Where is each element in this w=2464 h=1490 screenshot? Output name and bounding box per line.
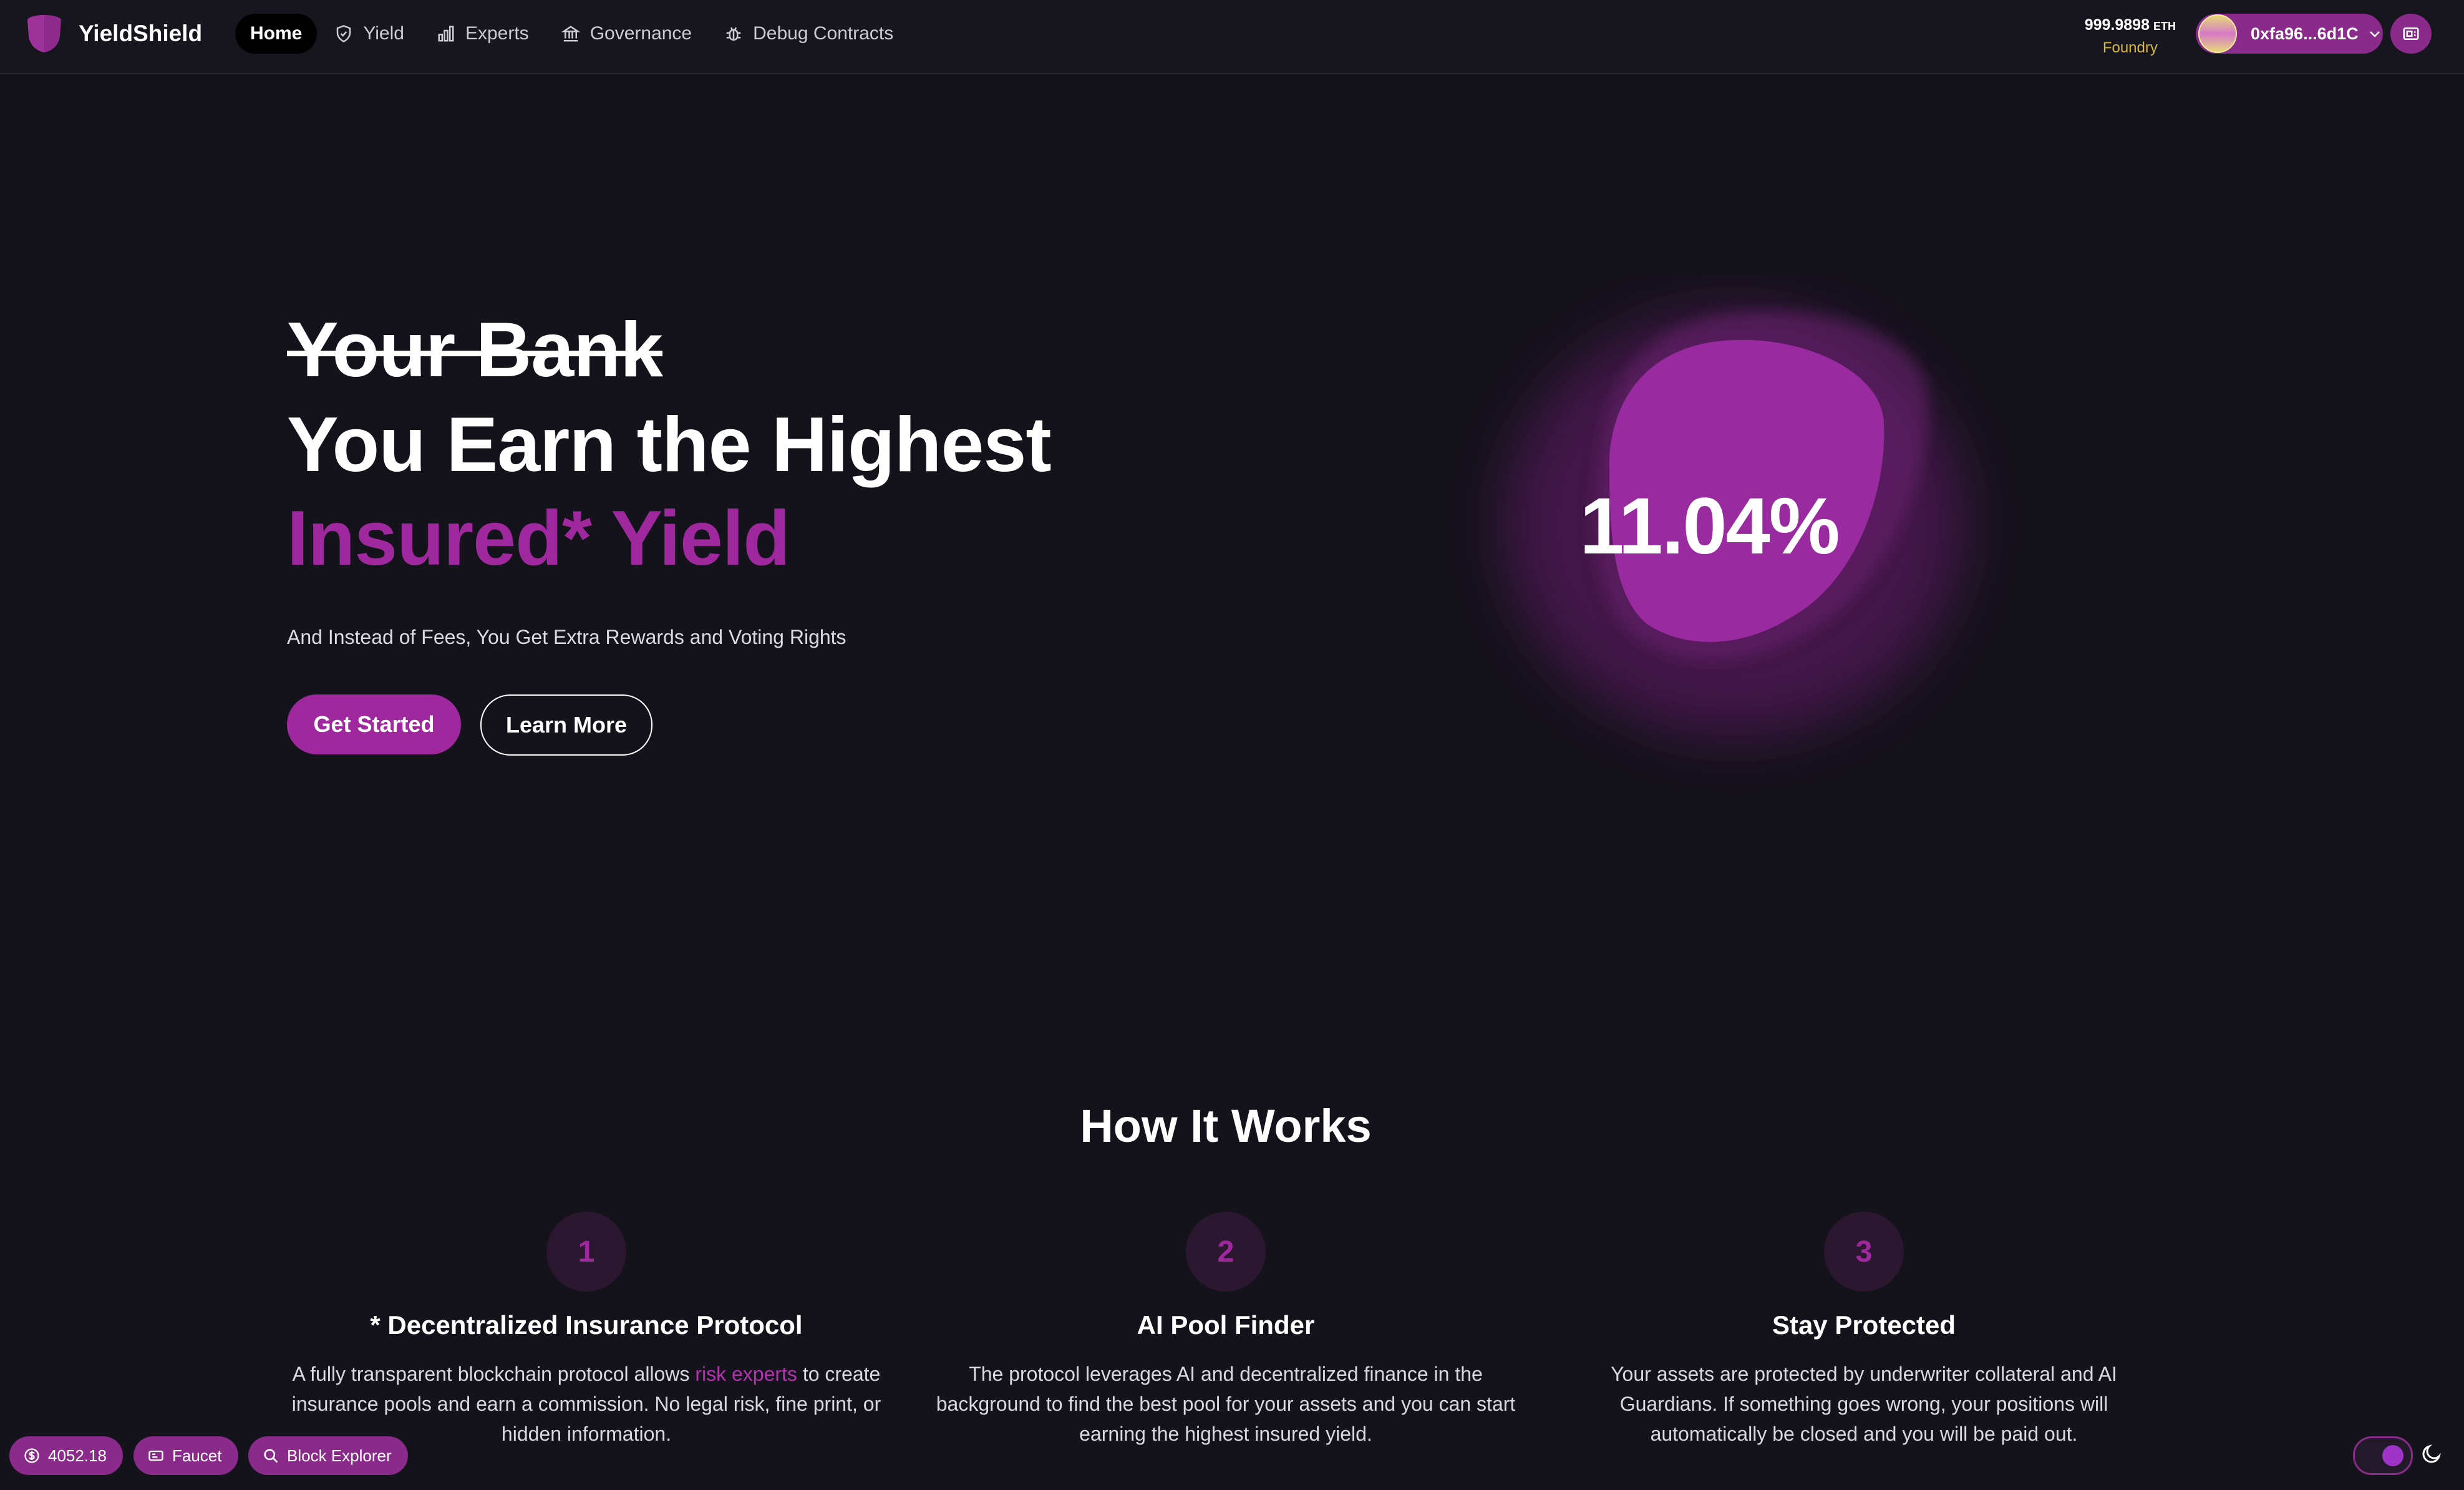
bar-chart-icon [438, 26, 454, 42]
avatar [2198, 14, 2237, 53]
brand[interactable]: YieldShield [26, 14, 202, 54]
step-number-badge: 1 [546, 1212, 626, 1292]
faucet-button[interactable]: Faucet [133, 1436, 238, 1475]
theme-toggle-knob [2382, 1445, 2403, 1466]
block-explorer-label: Block Explorer [287, 1446, 392, 1465]
step-title: Stay Protected [1772, 1310, 1956, 1340]
top-navbar: YieldShield Home Yield Experts Governanc… [0, 0, 2464, 74]
step-2: 2 AI Pool Finder The protocol leverages … [914, 1212, 1538, 1449]
step-1: 1 * Decentralized Insurance Protocol A f… [274, 1212, 898, 1449]
wallet-balance: 999.9898 ETH Foundry [2085, 16, 2176, 57]
faucet-label: Faucet [172, 1446, 222, 1465]
nav-experts[interactable]: Experts [422, 14, 544, 54]
currency-icon [24, 1448, 39, 1463]
eth-price-value: 4052.18 [48, 1446, 107, 1465]
hero-accent-title: Insured* Yield [287, 495, 790, 582]
nav-yield[interactable]: Yield [319, 14, 419, 54]
nav-debug-label: Debug Contracts [753, 23, 894, 44]
shield-logo-icon [27, 15, 61, 52]
step-desc-text: A fully transparent blockchain protocol … [292, 1363, 696, 1385]
step-3: 3 Stay Protected Your assets are protect… [1552, 1212, 2176, 1449]
step-title: * Decentralized Insurance Protocol [370, 1310, 803, 1340]
faucet-icon [148, 1450, 163, 1461]
nav-experts-label: Experts [465, 23, 529, 44]
hero-subtitle: And Instead of Fees, You Get Extra Rewar… [287, 626, 846, 648]
step-number-badge: 3 [1824, 1212, 1904, 1292]
step-title: AI Pool Finder [1137, 1310, 1315, 1340]
theme-toggle[interactable] [2353, 1436, 2413, 1475]
nav-governance[interactable]: Governance [546, 14, 707, 54]
step-number-badge: 2 [1186, 1212, 1266, 1292]
eth-price-pill[interactable]: 4052.18 [9, 1436, 123, 1475]
moon-icon [2422, 1444, 2442, 1463]
nav-yield-label: Yield [363, 23, 404, 44]
how-it-works-title: How It Works [1080, 1100, 1372, 1152]
nav-home[interactable]: Home [235, 14, 318, 54]
hero-strike-text: Your Bank [287, 307, 663, 393]
brand-name: YieldShield [79, 21, 203, 46]
learn-more-button[interactable]: Learn More [480, 694, 652, 756]
main-nav: Home Yield Experts Governance Debug Cont… [235, 14, 911, 54]
account-button[interactable]: 0xfa96...6d1C [2196, 14, 2383, 54]
hero-title: You Earn the Highest [287, 402, 1052, 488]
wallet-qr-button[interactable] [2390, 14, 2432, 54]
block-explorer-button[interactable]: Block Explorer [248, 1436, 408, 1475]
step-description: A fully transparent blockchain protocol … [287, 1359, 886, 1449]
risk-experts-link[interactable]: risk experts [695, 1363, 797, 1385]
balance-value: 999.9898 [2084, 16, 2150, 34]
step-description: Your assets are protected by underwriter… [1611, 1363, 2117, 1445]
apy-value: 11.04% [1579, 482, 1840, 571]
bank-icon [561, 26, 580, 42]
wallet-icon [2403, 27, 2419, 40]
balance-unit: ETH [2153, 20, 2176, 32]
shield-icon [337, 25, 351, 42]
account-address: 0xfa96...6d1C [2251, 24, 2359, 43]
nav-home-label: Home [250, 23, 303, 44]
step-description: The protocol leverages AI and decentrali… [936, 1363, 1516, 1445]
get-started-button[interactable]: Get Started [287, 694, 461, 754]
bug-icon [726, 27, 741, 41]
chevron-down-icon [2369, 31, 2380, 37]
nav-governance-label: Governance [589, 23, 692, 44]
network-name: Foundry [2102, 39, 2158, 56]
nav-debug-contracts[interactable]: Debug Contracts [709, 14, 908, 54]
search-icon [264, 1449, 278, 1463]
